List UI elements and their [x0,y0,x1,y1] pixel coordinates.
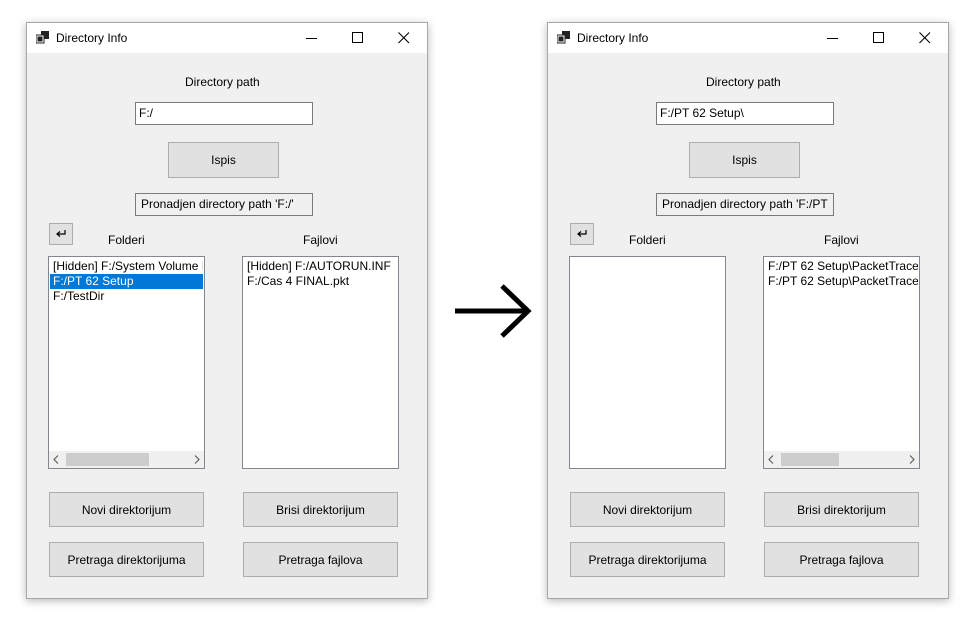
folders-listbox[interactable] [569,256,726,469]
return-arrow-icon [577,230,587,237]
title-bar[interactable]: Directory Info [548,23,948,53]
result-text-box: Pronadjen directory path 'F:/' [135,193,313,216]
minimize-icon [306,38,317,39]
horizontal-scrollbar[interactable] [49,451,204,468]
minimize-button[interactable] [810,23,856,53]
close-icon [919,32,931,44]
back-button[interactable] [570,223,594,245]
app-icon [36,31,50,44]
new-directory-button[interactable]: Novi direktorijum [570,492,725,527]
search-files-button[interactable]: Pretraga fajlova [764,542,919,577]
back-button[interactable] [49,223,73,245]
close-icon [398,32,410,44]
result-text-box: Pronadjen directory path 'F:/PT [656,193,834,216]
file-item[interactable]: F:/PT 62 Setup\PacketTracer6 [765,274,918,289]
title-bar[interactable]: Directory Info [27,23,427,53]
search-directories-button[interactable]: Pretraga direktorijuma [49,542,204,577]
delete-directory-button[interactable]: Brisi direktorijum [243,492,398,527]
scroll-thumb[interactable] [781,453,839,466]
files-listbox[interactable]: [Hidden] F:/AUTORUN.INF F:/Cas 4 FINAL.p… [242,256,399,469]
directory-info-window-after: Directory Info Directory path F:/PT 62 S… [547,22,949,599]
file-item[interactable]: [Hidden] F:/AUTORUN.INF [244,259,397,274]
new-directory-button[interactable]: Novi direktorijum [49,492,204,527]
directory-info-window-before: Directory Info Directory path F:/ Ispis … [26,22,428,599]
scroll-left-icon [53,455,59,464]
search-directories-button[interactable]: Pretraga direktorijuma [570,542,725,577]
folders-label: Folderi [108,233,145,247]
ispis-button[interactable]: Ispis [168,142,279,178]
folders-label: Folderi [629,233,666,247]
maximize-button[interactable] [335,23,381,53]
maximize-icon [873,32,884,43]
right-arrow-icon [454,282,532,343]
ispis-button[interactable]: Ispis [689,142,800,178]
scroll-right-icon [909,455,915,464]
close-button[interactable] [381,23,427,53]
folder-item[interactable]: [Hidden] F:/System Volume I [50,259,203,274]
scroll-right-icon [194,455,200,464]
folders-listbox[interactable]: [Hidden] F:/System Volume I F:/PT 62 Set… [48,256,205,469]
scroll-left-icon [768,455,774,464]
directory-path-label: Directory path [706,75,781,89]
close-button[interactable] [902,23,948,53]
app-icon [557,31,571,44]
return-arrow-icon [56,230,66,237]
file-item[interactable]: F:/Cas 4 FINAL.pkt [244,274,397,289]
window-title: Directory Info [577,31,649,45]
delete-directory-button[interactable]: Brisi direktorijum [764,492,919,527]
maximize-icon [352,32,363,43]
minimize-icon [827,38,838,39]
files-label: Fajlovi [303,233,338,247]
files-listbox[interactable]: F:/PT 62 Setup\PacketTracer6 F:/PT 62 Se… [763,256,920,469]
directory-path-input[interactable]: F:/ [135,102,313,125]
folder-item[interactable]: F:/TestDir [50,289,203,304]
directory-path-label: Directory path [185,75,260,89]
folder-item-selected[interactable]: F:/PT 62 Setup [50,274,203,289]
window-title: Directory Info [56,31,128,45]
horizontal-scrollbar[interactable] [764,451,919,468]
search-files-button[interactable]: Pretraga fajlova [243,542,398,577]
minimize-button[interactable] [289,23,335,53]
maximize-button[interactable] [856,23,902,53]
directory-path-input[interactable]: F:/PT 62 Setup\ [656,102,834,125]
file-item[interactable]: F:/PT 62 Setup\PacketTracer6 [765,259,918,274]
files-label: Fajlovi [824,233,859,247]
scroll-thumb[interactable] [66,453,149,466]
